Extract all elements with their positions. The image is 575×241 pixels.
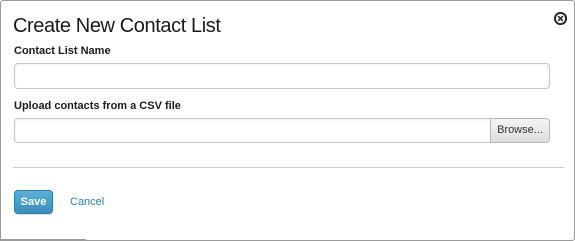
csv-file-path-field[interactable] (14, 118, 490, 143)
dialog-title: Create New Contact List (13, 15, 221, 37)
contact-list-name-input[interactable] (14, 63, 550, 89)
contact-list-name-label: Contact List Name (14, 45, 111, 57)
close-button[interactable] (554, 12, 567, 25)
browse-button[interactable]: Browse... (490, 118, 550, 143)
close-icon (554, 12, 567, 25)
divider (13, 167, 564, 168)
csv-file-picker: Browse... (14, 118, 550, 143)
create-contact-list-dialog: Create New Contact List Contact List Nam… (0, 0, 575, 241)
save-button[interactable]: Save (14, 190, 53, 214)
cancel-link[interactable]: Cancel (70, 196, 104, 208)
csv-upload-label: Upload contacts from a CSV file (14, 100, 181, 112)
